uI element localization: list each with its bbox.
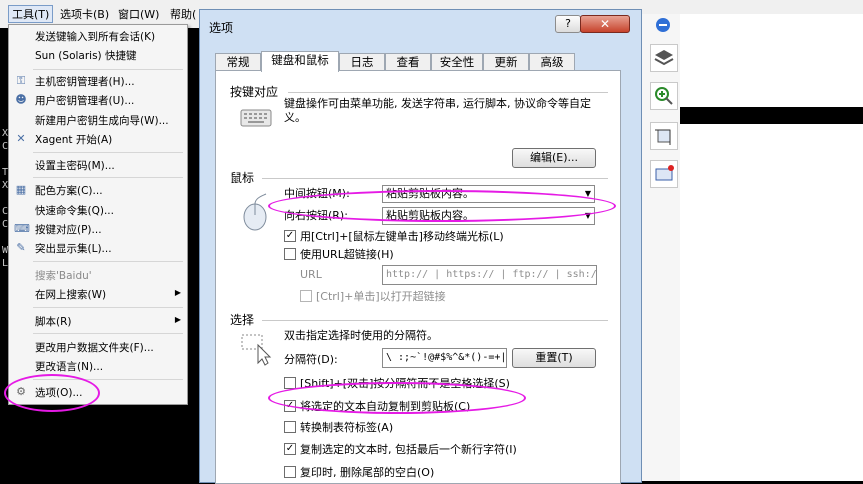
tab-log[interactable]: 日志 <box>339 53 385 71</box>
copy-newline-checkbox[interactable]: ✓ <box>284 443 296 455</box>
menu-item-web-search[interactable]: 在网上搜索(W) <box>35 287 106 302</box>
xagent-icon: ✕ <box>16 132 26 145</box>
highlight-ellipse-autocopy <box>268 382 526 414</box>
menu-item-keymap[interactable]: 按键对应(P)... <box>35 222 102 237</box>
url-hyperlink-checkbox[interactable] <box>284 248 296 260</box>
ctrl-open-label: [Ctrl]+单击]以打开超链接 <box>316 290 446 303</box>
trim-whitespace-checkbox[interactable] <box>284 466 296 478</box>
user-key-icon: ☻ <box>15 93 27 106</box>
menu-item-search-baidu: 搜索'Baidu' <box>35 270 92 282</box>
tab-advanced[interactable]: 高级 <box>529 53 575 71</box>
dialog-title: 选项 <box>209 21 234 35</box>
menu-help[interactable]: 帮助( <box>170 6 196 22</box>
reset-button[interactable]: 重置(T) <box>512 348 596 368</box>
submenu-arrow-icon: ▶ <box>174 288 181 297</box>
tab-security[interactable]: 安全性 <box>431 53 483 71</box>
ctrl-open-checkbox[interactable] <box>300 290 312 302</box>
menu-separator <box>33 333 183 334</box>
tab-update[interactable]: 更新 <box>483 53 529 71</box>
close-button[interactable]: ✕ <box>580 15 630 33</box>
layers-icon[interactable] <box>650 44 678 72</box>
tab-content-panel: 按键对应 键盘操作可由菜单功能, 发送字符串, 运行脚本, 协议命令等自定义。 … <box>215 70 621 484</box>
menu-separator <box>33 307 183 308</box>
menu-item-send-key-all[interactable]: 发送键输入到所有会话(K) <box>35 29 155 44</box>
menu-window[interactable]: 窗口(W) <box>118 6 159 22</box>
menu-tools[interactable]: 工具(T) <box>8 5 54 23</box>
copy-newline-label: 复制选定的文本时, 包括最后一个新行字符(I) <box>300 443 517 456</box>
highlight-ellipse-right-button <box>268 190 616 222</box>
menu-item-change-data-folder[interactable]: 更改用户数据文件夹(F)... <box>35 340 154 355</box>
menu-item-set-master-password[interactable]: 设置主密码(M)... <box>35 158 115 173</box>
keyboard-icon: ⌨ <box>14 222 30 235</box>
right-toolbar-panel <box>640 14 863 481</box>
tab-general[interactable]: 常规 <box>215 53 261 71</box>
tools-dropdown-menu: 发送键输入到所有会话(K) Sun (Solaris) 快捷键 ⚿ 主机密钥管理… <box>8 24 188 405</box>
selection-cursor-icon <box>240 333 276 367</box>
screenshot-icon[interactable] <box>650 160 678 188</box>
menu-item-highlight-sets[interactable]: 突出显示集(L)... <box>35 241 112 256</box>
color-scheme-icon: ▦ <box>15 183 27 196</box>
menu-item-change-language[interactable]: 更改语言(N)... <box>35 359 103 374</box>
menu-item-scripts[interactable]: 脚本(R) <box>35 314 72 329</box>
mouse-icon <box>238 193 272 233</box>
tab-view[interactable]: 查看 <box>385 53 431 71</box>
highlight-icon: ✎ <box>16 241 26 254</box>
ctrl-click-label: 用[Ctrl]+[鼠标左键单击]移动终端光标(L) <box>300 230 504 243</box>
menu-item-new-key-wizard[interactable]: 新建用户密钥生成向导(W)... <box>35 113 169 128</box>
help-button[interactable]: ? <box>555 15 581 33</box>
section-divider <box>288 92 608 93</box>
section-divider <box>262 178 608 179</box>
menu-item-quick-commands[interactable]: 快速命令集(Q)... <box>35 203 114 218</box>
zoom-in-icon[interactable] <box>650 82 678 110</box>
menu-tabs[interactable]: 选项卡(B) <box>60 6 109 22</box>
key-manager-icon: ⚿ <box>16 74 26 87</box>
trim-whitespace-label: 复印时, 删除尾部的空白(O) <box>300 466 435 479</box>
menu-separator <box>33 261 183 262</box>
menu-item-user-key-manager[interactable]: 用户密钥管理者(U)... <box>35 93 134 108</box>
ctrl-click-checkbox[interactable]: ✓ <box>284 230 296 242</box>
delimiter-label: 分隔符(D): <box>284 353 338 366</box>
menu-separator <box>33 177 183 178</box>
convert-tab-checkbox[interactable] <box>284 421 296 433</box>
section-keymap-heading: 按键对应 <box>230 85 279 99</box>
section-selection-heading: 选择 <box>230 313 255 327</box>
menu-item-sun-keys[interactable]: Sun (Solaris) 快捷键 <box>35 48 137 63</box>
edit-keymap-button[interactable]: 编辑(E)... <box>512 148 596 168</box>
section-divider <box>262 320 608 321</box>
dark-strip <box>680 107 863 124</box>
menu-separator <box>33 69 183 70</box>
minus-circle-icon[interactable] <box>650 14 676 40</box>
menu-item-color-scheme[interactable]: 配色方案(C)... <box>35 183 103 198</box>
menu-item-host-key-manager[interactable]: 主机密钥管理者(H)... <box>35 74 135 89</box>
selection-description: 双击指定选择时使用的分隔符。 <box>284 329 438 342</box>
delimiter-input[interactable]: \ :;~`!@#$%^&*()-=+| <box>382 348 507 368</box>
url-field-label: URL <box>300 268 322 281</box>
highlight-ellipse-options <box>4 374 100 412</box>
crop-icon[interactable] <box>650 122 678 150</box>
url-pattern-input[interactable]: http:// | https:// | ftp:// | ssh:/ <box>382 265 597 285</box>
section-mouse-heading: 鼠标 <box>230 171 255 185</box>
submenu-arrow-icon: ▶ <box>174 315 181 324</box>
right-white-area <box>680 14 863 481</box>
tab-keyboard-mouse[interactable]: 键盘和鼠标 <box>261 51 339 72</box>
convert-tab-label: 转换制表符标签(A) <box>300 421 394 434</box>
keymap-description: 键盘操作可由菜单功能, 发送字符串, 运行脚本, 协议命令等自定义。 <box>284 97 591 124</box>
menu-separator <box>33 152 183 153</box>
keyboard-icon <box>240 105 272 129</box>
url-hyperlink-label: 使用URL超链接(H) <box>300 248 394 261</box>
menu-item-xagent-start[interactable]: Xagent 开始(A) <box>35 132 112 147</box>
